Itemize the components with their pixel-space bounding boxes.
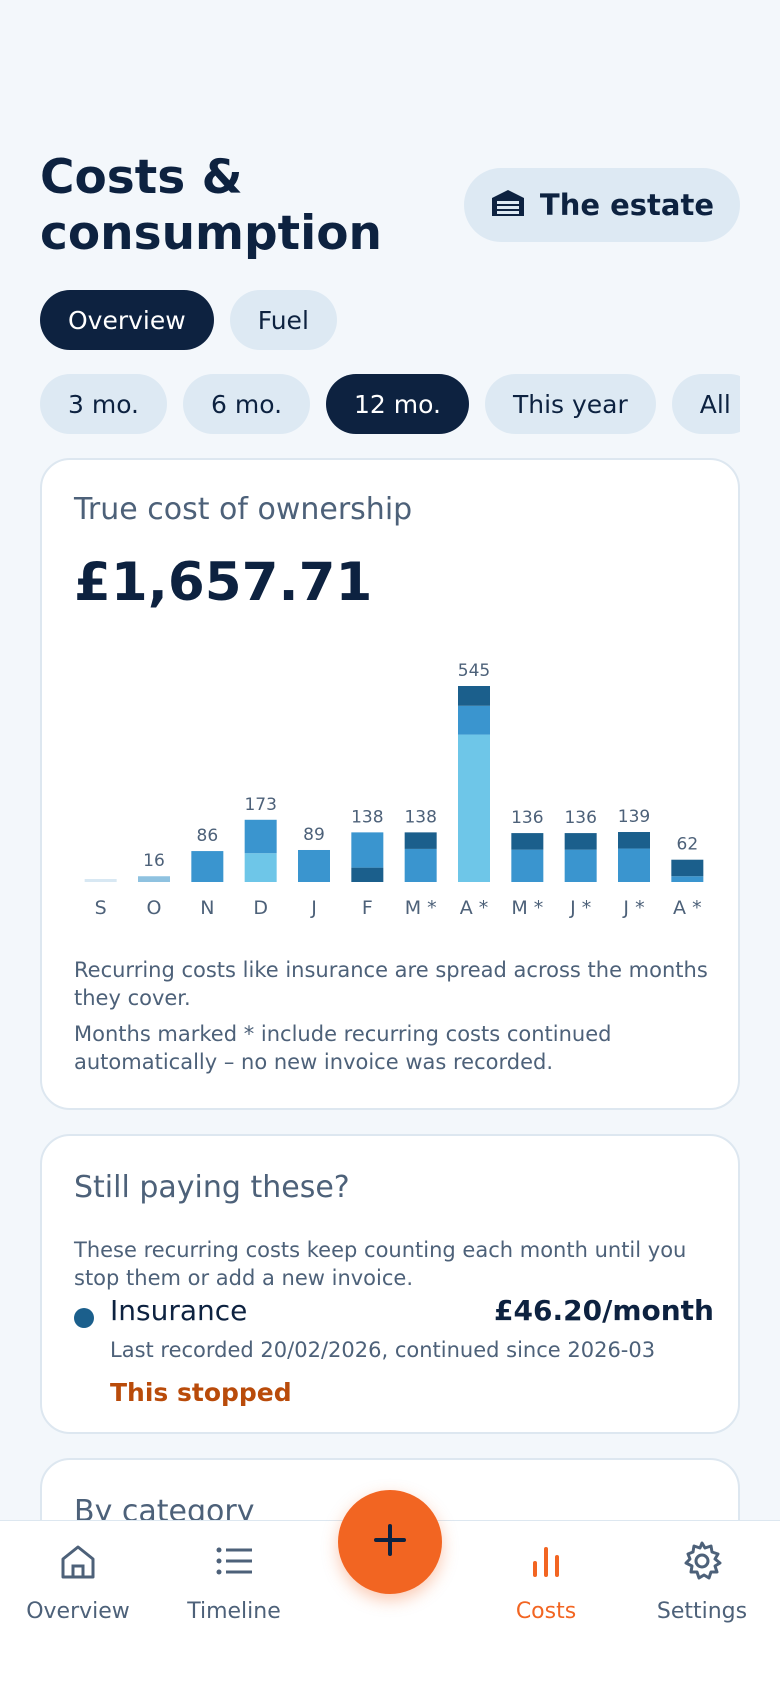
bar-segment-7-2 <box>458 686 490 706</box>
monthly-cost-chart-svg: S 16 O 86 N 173 D 89 J 138 F 138 M * 545 A * 136 M * 136 J… <box>84 661 704 919</box>
x-tick-label: J <box>310 897 317 919</box>
bar-segment-11-0 <box>671 876 704 882</box>
list-icon <box>212 1539 256 1587</box>
home-icon <box>56 1539 100 1587</box>
tab-fuel[interactable]: Fuel <box>229 290 337 350</box>
range-6-months[interactable]: 6 mo. <box>183 374 311 434</box>
bar-value-label: 62 <box>677 835 699 855</box>
bar-value-label: 136 <box>564 808 596 828</box>
gear-icon <box>680 1539 724 1587</box>
view-tabs: Overview Fuel <box>40 290 337 350</box>
x-tick-label: F <box>362 897 373 919</box>
x-tick-label: M * <box>405 897 437 919</box>
recurring-name: Insurance <box>110 1294 248 1327</box>
this-stopped-button[interactable]: This stopped <box>110 1378 292 1407</box>
x-tick-label: A * <box>673 897 702 919</box>
bar-value-label: 139 <box>618 807 650 827</box>
nav-timeline-label: Timeline <box>187 1599 281 1624</box>
bar-chart-icon <box>524 1539 568 1587</box>
bar-segment-8-0 <box>511 849 544 882</box>
true-cost-card: True cost of ownership £1,657.71 S 16 O 86 N… <box>40 458 740 1110</box>
x-tick-label: O <box>147 897 162 919</box>
page-title-line-1: Costs & <box>40 150 243 205</box>
bar-segment-7-1 <box>458 705 490 735</box>
nav-costs[interactable]: Costs <box>476 1539 616 1649</box>
true-cost-heading: True cost of ownership <box>74 492 413 527</box>
bar-segment-5-0 <box>351 867 384 882</box>
bar-value-label: 545 <box>458 661 490 681</box>
x-tick-label: M * <box>511 897 543 919</box>
bar-segment-6-0 <box>404 848 437 882</box>
spread-note: Recurring costs like insurance are sprea… <box>74 958 708 1010</box>
bar-segment-10-0 <box>618 848 650 882</box>
x-tick-label: S <box>95 897 107 919</box>
vehicle-selector-button[interactable]: The estate <box>463 168 740 242</box>
plus-icon <box>368 1518 412 1566</box>
recurring-description: These recurring costs keep counting each… <box>74 1238 687 1290</box>
recurring-meta: Last recorded 20/02/2026, continued sinc… <box>110 1338 656 1362</box>
bar-segment-6-1 <box>404 832 437 849</box>
nav-settings[interactable]: Settings <box>632 1539 772 1649</box>
bar-segment-3-0 <box>244 853 277 882</box>
bar-value-label: 16 <box>143 851 165 871</box>
nav-costs-label: Costs <box>515 1599 577 1624</box>
x-tick-label: N <box>200 897 214 919</box>
bar-segment-9-0 <box>564 849 597 882</box>
true-cost-total: £1,657.71 <box>74 552 373 613</box>
page-title: Costs & consumption <box>40 150 460 262</box>
bar-value-label: 86 <box>197 826 219 846</box>
recurring-heading: Still paying these? <box>74 1170 350 1205</box>
bar-segment-1-0 <box>138 876 170 882</box>
bar-value-label: 173 <box>244 795 276 815</box>
recurring-amount: £46.20/month <box>494 1294 714 1327</box>
nav-overview[interactable]: Overview <box>8 1539 148 1649</box>
range-this-year[interactable]: This year <box>484 374 656 434</box>
page-title-line-2: consumption <box>40 206 382 261</box>
bar-segment-5-1 <box>351 832 384 868</box>
recurring-item-insurance: Insurance £46.20/month Last recorded 20/… <box>74 1294 714 1414</box>
nav-settings-label: Settings <box>656 1599 748 1624</box>
bar-segment-2-0 <box>191 851 224 882</box>
bar-segment-10-1 <box>618 832 650 849</box>
range-12-months[interactable]: 12 mo. <box>326 374 469 434</box>
bar-value-label: 136 <box>511 808 543 828</box>
x-tick-label: J * <box>622 897 644 919</box>
bar-segment-11-1 <box>671 859 704 877</box>
range-all[interactable]: All <box>671 374 740 434</box>
x-tick-label: A * <box>460 897 489 919</box>
bar-segment-0-0 <box>84 879 117 882</box>
bar-value-label: 89 <box>303 825 325 845</box>
bar-value-label: 138 <box>351 807 383 827</box>
bar-segment-3-1 <box>244 819 277 854</box>
nav-timeline[interactable]: Timeline <box>164 1539 304 1649</box>
bar-segment-8-1 <box>511 833 544 850</box>
bar-segment-4-0 <box>298 849 330 882</box>
range-3-months[interactable]: 3 mo. <box>40 374 168 434</box>
bar-value-label: 138 <box>404 807 436 827</box>
bar-segment-7-0 <box>458 734 490 882</box>
recurring-costs-card: Still paying these? These recurring cost… <box>40 1134 740 1434</box>
range-selector: 3 mo. 6 mo. 12 mo. This year All <box>40 374 740 434</box>
vehicle-name: The estate <box>539 188 714 222</box>
nav-overview-label: Overview <box>26 1599 130 1624</box>
x-tick-label: J * <box>569 897 591 919</box>
x-tick-label: D <box>253 897 268 919</box>
garage-icon <box>490 188 526 222</box>
monthly-cost-chart: S 16 O 86 N 173 D 89 J 138 F 138 M * 545 A * 136 M * 136 J… <box>74 660 714 930</box>
page-header: Costs & consumption The estate <box>40 150 740 270</box>
continued-note: Months marked * include recurring costs … <box>74 1022 612 1074</box>
add-entry-button[interactable] <box>338 1490 442 1594</box>
tab-overview[interactable]: Overview <box>40 290 214 350</box>
recurring-dot <box>74 1308 94 1328</box>
bar-segment-9-1 <box>564 833 597 850</box>
